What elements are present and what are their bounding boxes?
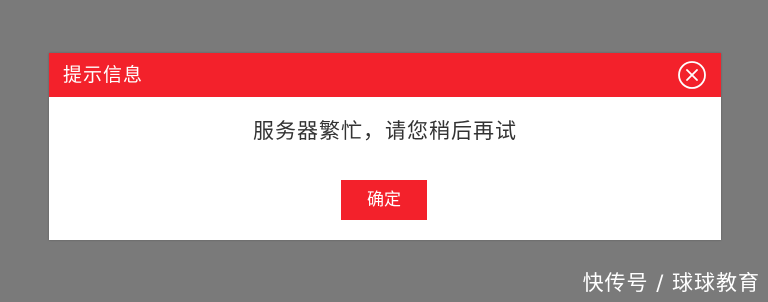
ok-button[interactable]: 确定 (341, 180, 427, 220)
screen-backdrop: 提示信息 服务器繁忙，请您稍后再试 确定 快传号 / 球球教育 (0, 0, 768, 302)
alert-dialog: 提示信息 服务器繁忙，请您稍后再试 确定 (49, 53, 721, 240)
close-circle-icon (678, 61, 706, 89)
close-button[interactable] (677, 60, 707, 90)
dialog-titlebar: 提示信息 (49, 53, 721, 97)
dialog-title: 提示信息 (63, 64, 144, 86)
dialog-message: 服务器繁忙，请您稍后再试 (253, 119, 517, 143)
watermark-text: 快传号 / 球球教育 (582, 271, 760, 295)
